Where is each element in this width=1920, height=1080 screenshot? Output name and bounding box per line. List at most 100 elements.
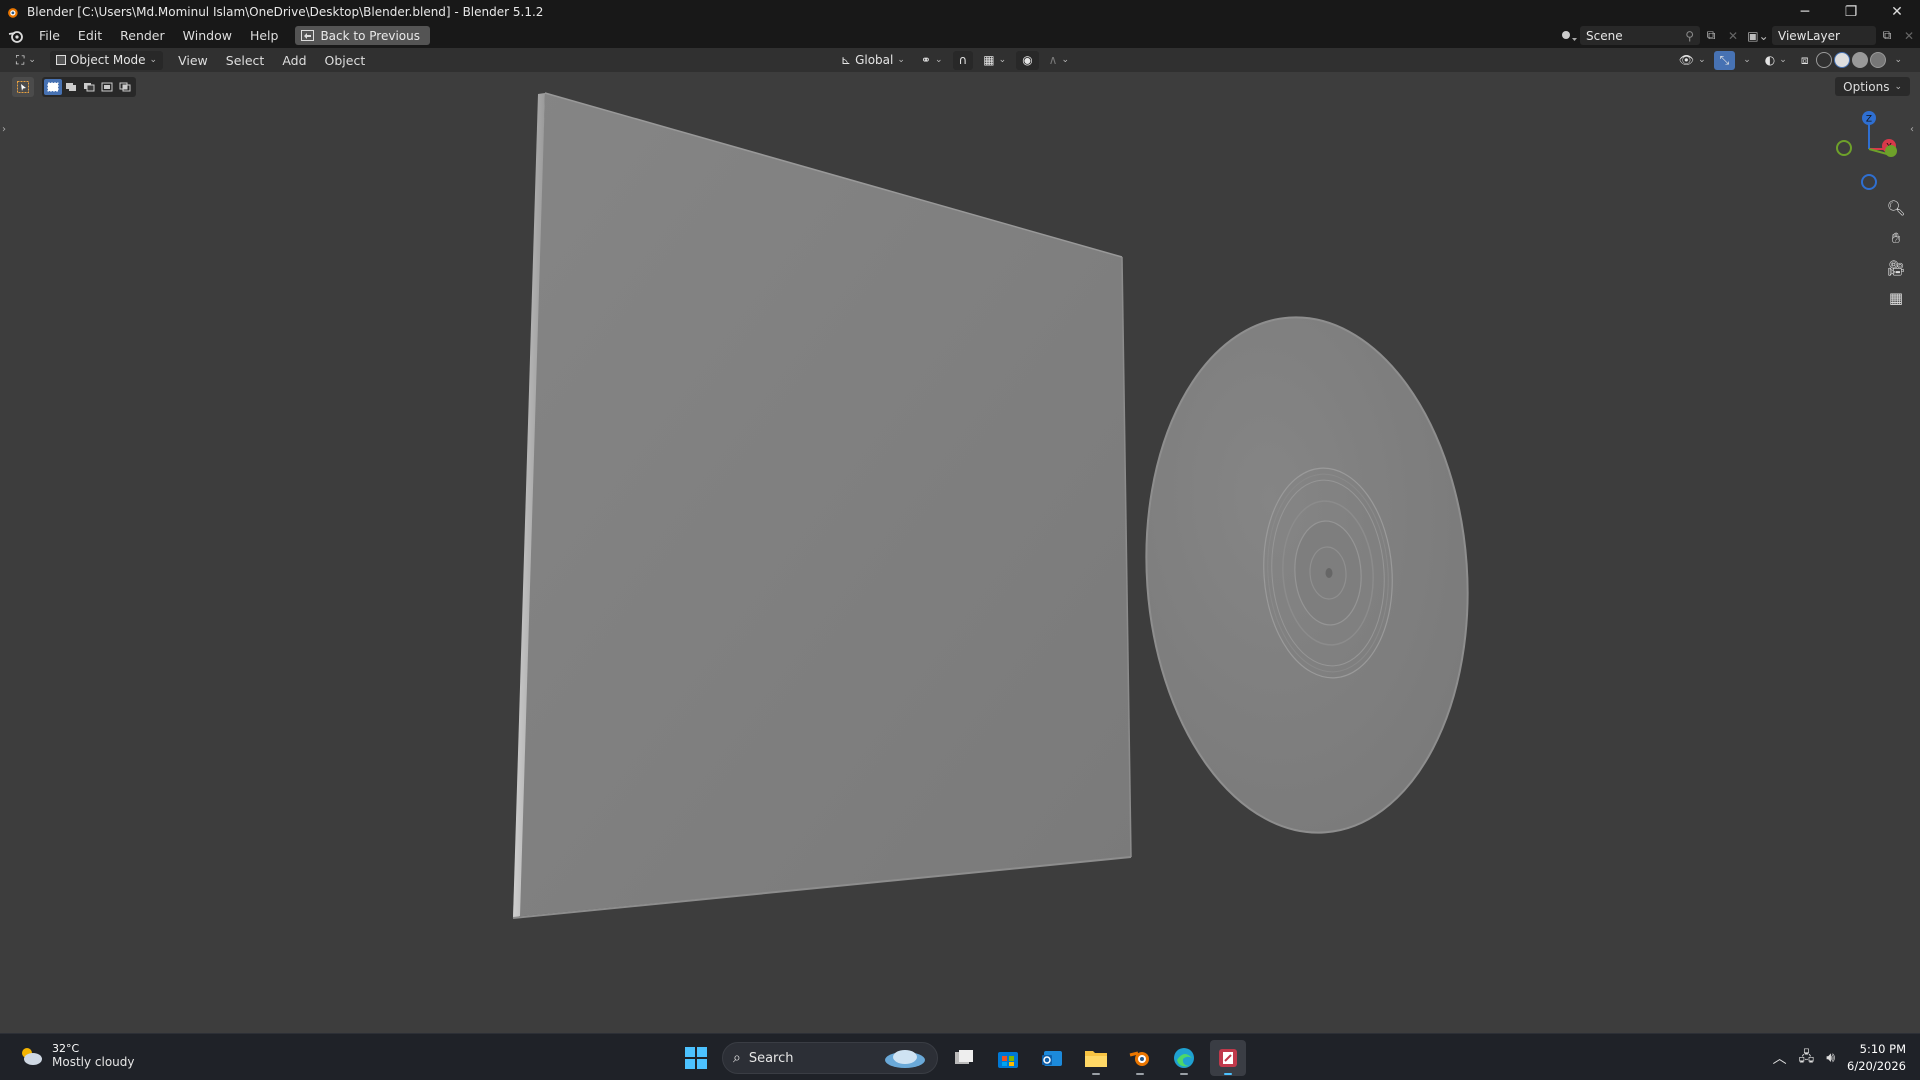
- overlays-icon: ◐: [1764, 53, 1776, 67]
- chevron-down-icon: ⌄: [28, 55, 36, 65]
- mode-label: Object Mode: [69, 53, 146, 67]
- sleeve-plane: [513, 93, 1131, 917]
- gizmo-neg-y-axis[interactable]: [1836, 140, 1852, 156]
- rendered-shading-button[interactable]: [1870, 52, 1887, 68]
- pivot-point-dropdown[interactable]: ⚭ ⌄: [915, 51, 949, 70]
- new-scene-icon[interactable]: ⧉: [1700, 26, 1722, 45]
- restore-button[interactable]: ❐: [1828, 0, 1874, 23]
- blender-taskbar-icon[interactable]: [1122, 1040, 1158, 1076]
- weather-widget[interactable]: 32°C Mostly cloudy: [18, 1042, 135, 1069]
- delete-view-layer-icon[interactable]: ✕: [1898, 26, 1920, 45]
- pivot-icon: ⚭: [920, 53, 931, 67]
- selection-mode-group: [42, 77, 136, 97]
- xray-toggle[interactable]: ⧈: [1795, 51, 1815, 70]
- back-to-previous-button[interactable]: Back to Previous: [295, 26, 430, 45]
- scene-field[interactable]: Scene ⚲: [1580, 26, 1700, 45]
- select-tool-button[interactable]: [12, 77, 34, 97]
- editor-type-icon: ⛶: [16, 52, 25, 67]
- subtract-selection-button[interactable]: [80, 79, 98, 95]
- view-layer-name: ViewLayer: [1778, 28, 1840, 43]
- 3d-viewport[interactable]: › ‹: [0, 72, 1920, 1033]
- clock[interactable]: 5:10 PM 6/20/2026: [1847, 1041, 1906, 1075]
- invert-selection-button[interactable]: [98, 79, 116, 95]
- task-view-icon[interactable]: [946, 1040, 982, 1076]
- gizmo-y-axis[interactable]: [1885, 145, 1897, 157]
- cursor-icon: [17, 81, 29, 93]
- minimize-button[interactable]: ─: [1782, 0, 1828, 23]
- wireframe-shading-button[interactable]: [1816, 52, 1833, 68]
- solid-shading-button[interactable]: [1834, 52, 1851, 68]
- editor-type-dropdown[interactable]: ⛶ ⌄: [10, 51, 42, 70]
- pin-icon: ⚲: [1685, 28, 1694, 43]
- taskbar-search[interactable]: ⌕ Search: [722, 1042, 938, 1074]
- start-button[interactable]: [678, 1040, 714, 1076]
- camera-view-icon[interactable]: 🎥︎: [1882, 256, 1910, 280]
- perspective-grid-icon[interactable]: ▦: [1882, 286, 1910, 310]
- visibility-dropdown[interactable]: 👁 ⌄: [1673, 51, 1712, 70]
- screen-icon: [301, 30, 315, 41]
- menu-edit[interactable]: Edit: [69, 23, 111, 48]
- view-layer-browser-icon[interactable]: ▣⌄: [1744, 26, 1772, 45]
- microsoft-store-icon[interactable]: [990, 1040, 1026, 1076]
- gizmo-dropdown[interactable]: ⌄: [1737, 51, 1757, 70]
- snap-grid-icon: ▦: [983, 53, 995, 67]
- gizmo-neg-z-axis[interactable]: [1861, 174, 1877, 190]
- zoom-icon[interactable]: 🔍︎: [1882, 196, 1910, 220]
- menu-select[interactable]: Select: [217, 48, 274, 73]
- title-bar: Blender [C:\Users\Md.Mominul Islam\OneDr…: [0, 0, 1920, 23]
- new-view-layer-icon[interactable]: ⧉: [1876, 26, 1898, 45]
- navigation-gizmo[interactable]: Z X: [1820, 108, 1910, 198]
- window-title: Blender [C:\Users\Md.Mominul Islam\OneDr…: [27, 4, 544, 19]
- delete-scene-icon[interactable]: ✕: [1722, 26, 1744, 45]
- falloff-curve-icon: ∧: [1048, 53, 1058, 67]
- gizmo-z-label: Z: [1866, 115, 1872, 125]
- menu-window[interactable]: Window: [174, 23, 241, 48]
- menu-help[interactable]: Help: [241, 23, 288, 48]
- intersect-selection-button[interactable]: [116, 79, 134, 95]
- chevron-down-icon: ⌄: [149, 55, 158, 65]
- system-tray: ︿ 🖧︎ 🔊︎ 5:10 PM 6/20/2026: [1773, 1039, 1906, 1077]
- options-dropdown[interactable]: Options ⌄: [1835, 77, 1910, 96]
- menu-view[interactable]: View: [169, 48, 217, 73]
- orientation-icon: ⊾: [841, 53, 852, 67]
- set-new-selection-button[interactable]: [44, 79, 62, 95]
- toolbar-expand-icon[interactable]: ›: [2, 124, 6, 135]
- extend-selection-button[interactable]: [62, 79, 80, 95]
- transform-orientation-dropdown[interactable]: ⊾ Global ⌄: [835, 51, 911, 70]
- file-explorer-icon[interactable]: [1078, 1040, 1114, 1076]
- menu-render[interactable]: Render: [111, 23, 174, 48]
- menu-file[interactable]: File: [30, 23, 69, 48]
- shading-options-dropdown[interactable]: ⌄: [1888, 51, 1908, 70]
- magnet-icon: ∩: [958, 53, 968, 67]
- snap-toggle[interactable]: ∩: [952, 50, 974, 70]
- close-button[interactable]: ✕: [1874, 0, 1920, 23]
- mode-dropdown[interactable]: Object Mode ⌄: [49, 50, 164, 70]
- gizmo-icon: ⤡: [1719, 52, 1730, 67]
- menu-add[interactable]: Add: [273, 48, 315, 73]
- blender-menu-icon[interactable]: [2, 23, 30, 48]
- top-menu-bar: File Edit Render Window Help Back to Pre…: [0, 23, 1920, 48]
- network-icon[interactable]: 🖧︎: [1799, 1046, 1815, 1070]
- menu-object[interactable]: Object: [316, 48, 375, 73]
- material-preview-button[interactable]: [1852, 52, 1869, 68]
- scene-name: Scene: [1586, 28, 1623, 43]
- scene-browser-icon[interactable]: [1558, 26, 1580, 45]
- gizmo-toggle[interactable]: ⤡: [1713, 50, 1736, 70]
- back-to-previous-label: Back to Previous: [320, 28, 420, 43]
- sidebar-expand-icon[interactable]: ‹: [1910, 124, 1914, 135]
- outlook-icon[interactable]: [1034, 1040, 1070, 1076]
- windows-logo-icon: [685, 1047, 707, 1069]
- snap-target-dropdown[interactable]: ▦ ⌄: [977, 51, 1012, 70]
- cloud-sun-icon: [22, 1047, 42, 1065]
- snipping-tool-icon[interactable]: [1210, 1040, 1246, 1076]
- windows-taskbar: 32°C Mostly cloudy ⌕ Search ︿ 🖧︎ 🔊︎ 5:10…: [0, 1033, 1920, 1080]
- pan-hand-icon[interactable]: ✋︎: [1882, 226, 1910, 250]
- overlays-toggle[interactable]: ◐ ⌄: [1759, 51, 1793, 70]
- eye-icon: 👁: [1678, 53, 1695, 67]
- volume-icon[interactable]: 🔊︎: [1826, 1050, 1835, 1066]
- proportional-edit-toggle[interactable]: ◉: [1016, 50, 1039, 70]
- falloff-dropdown[interactable]: ∧ ⌄: [1043, 51, 1075, 70]
- edge-icon[interactable]: [1166, 1040, 1202, 1076]
- chevron-up-icon[interactable]: ︿: [1773, 1048, 1787, 1068]
- view-layer-field[interactable]: ViewLayer: [1772, 26, 1876, 45]
